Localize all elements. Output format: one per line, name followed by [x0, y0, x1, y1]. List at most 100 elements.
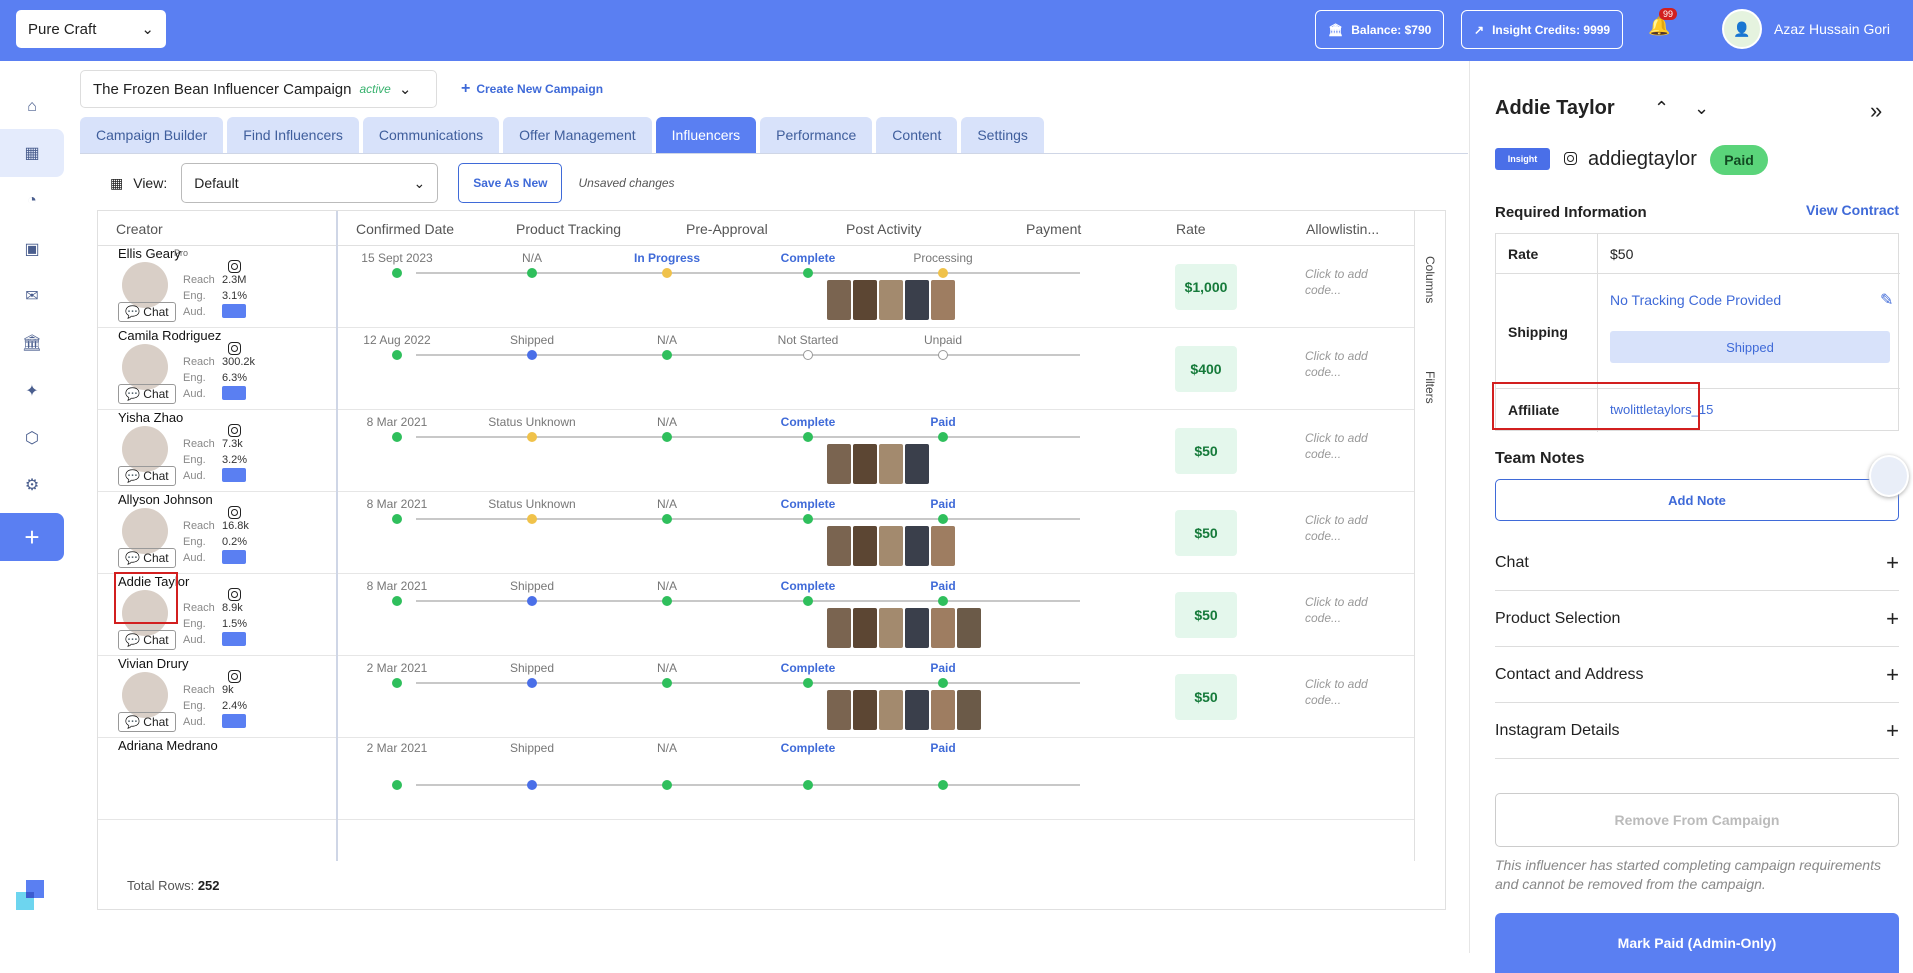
col-pre-approval[interactable]: Pre-Approval: [686, 221, 768, 237]
product-selection-section[interactable]: Product Selection +: [1495, 591, 1899, 647]
image-icon[interactable]: ▣: [16, 233, 48, 265]
rate-badge[interactable]: $50: [1175, 674, 1237, 720]
campaigns-icon[interactable]: ▦: [0, 129, 64, 177]
message-icon[interactable]: ✉: [16, 280, 48, 312]
support-avatar[interactable]: [1869, 455, 1909, 497]
balance-button[interactable]: 🏛 Balance: $790: [1315, 10, 1445, 49]
content-thumbnail[interactable]: [905, 690, 929, 730]
insight-tag[interactable]: Insight: [1495, 148, 1550, 170]
tab-performance[interactable]: Performance: [760, 117, 873, 153]
shipped-status[interactable]: Shipped: [1610, 331, 1890, 363]
sparkle-icon[interactable]: ✦: [16, 375, 48, 407]
tab-content[interactable]: Content: [876, 117, 958, 153]
content-thumbnail[interactable]: [853, 690, 877, 730]
allowlisting-cell[interactable]: Click to add code...: [1305, 430, 1385, 462]
content-thumbnail[interactable]: [827, 690, 851, 730]
creator-name[interactable]: Ellis Geary: [118, 246, 181, 261]
content-thumbnail[interactable]: [827, 280, 851, 320]
bank-icon[interactable]: 🏛: [16, 327, 48, 359]
panel-handle[interactable]: addiegtaylor: [1588, 148, 1697, 171]
content-thumbnail[interactable]: [853, 280, 877, 320]
instagram-details-section[interactable]: Instagram Details +: [1495, 703, 1899, 759]
chat-button[interactable]: 💬 Chat: [118, 548, 176, 568]
col-payment[interactable]: Payment: [1026, 221, 1081, 237]
tab-campaign-builder[interactable]: Campaign Builder: [80, 117, 224, 153]
table-row[interactable]: Adriana Medrano 2 Mar 2021 Shipped N/A Compl…: [98, 738, 1414, 820]
creator-name[interactable]: Allyson Johnson: [118, 492, 213, 507]
content-thumbnail[interactable]: [957, 690, 981, 730]
col-post-activity[interactable]: Post Activity: [846, 221, 921, 237]
creator-name[interactable]: Yisha Zhao: [118, 410, 183, 425]
tracking-link[interactable]: No Tracking Code Provided: [1610, 292, 1781, 308]
table-row[interactable]: Allyson Johnson Reach Eng. Aud. 16.8k 0.2% 💬 Ch…: [98, 492, 1414, 574]
user-menu[interactable]: 👤 Azaz Hussain Gori: [1722, 9, 1890, 49]
tab-settings[interactable]: Settings: [961, 117, 1044, 153]
chevron-up-icon[interactable]: ⌃: [1654, 98, 1669, 119]
col-confirmed-date[interactable]: Confirmed Date: [356, 221, 454, 237]
col-rate[interactable]: Rate: [1176, 221, 1206, 237]
contact-address-section[interactable]: Contact and Address +: [1495, 647, 1899, 703]
tab-communications[interactable]: Communications: [362, 117, 500, 153]
content-thumbnail[interactable]: [879, 280, 903, 320]
create-campaign-link[interactable]: + Create New Campaign: [461, 80, 603, 98]
creator-name[interactable]: Vivian Drury: [118, 656, 189, 671]
insight-credits-button[interactable]: ↗ Insight Credits: 9999: [1461, 10, 1624, 49]
chat-button[interactable]: 💬 Chat: [118, 302, 176, 322]
filters-tab[interactable]: Filters: [1423, 371, 1437, 404]
allowlisting-cell[interactable]: Click to add code...: [1305, 594, 1385, 626]
table-row[interactable]: Camila Rodriguez Reach Eng. Aud. 300.2k 6.3% 💬…: [98, 328, 1414, 410]
chat-section[interactable]: Chat +: [1495, 535, 1899, 591]
campaign-select[interactable]: The Frozen Bean Influencer Campaign activ…: [80, 70, 437, 108]
content-thumbnail[interactable]: [905, 608, 929, 648]
table-row[interactable]: Addie Taylor Reach Eng. Aud. 8.9k 1.5% 💬 Chat 8 …: [98, 574, 1414, 656]
content-thumbnail[interactable]: [931, 526, 955, 566]
view-contract-link[interactable]: View Contract: [1806, 202, 1899, 218]
content-thumbnail[interactable]: [853, 444, 877, 484]
content-thumbnail[interactable]: [853, 526, 877, 566]
shield-icon[interactable]: ⬡: [16, 422, 48, 454]
content-thumbnail[interactable]: [931, 280, 955, 320]
brand-select[interactable]: Pure Craft ⌄: [16, 10, 166, 48]
col-allowlisting[interactable]: Allowlistin...: [1306, 221, 1379, 237]
remove-button[interactable]: Remove From Campaign: [1495, 793, 1899, 847]
content-thumbnail[interactable]: [879, 526, 903, 566]
audience-chart-icon[interactable]: [222, 304, 246, 318]
collapse-icon[interactable]: »: [1870, 98, 1882, 124]
content-thumbnail[interactable]: [931, 690, 955, 730]
audience-chart-icon[interactable]: [222, 632, 246, 646]
content-thumbnail[interactable]: [879, 690, 903, 730]
content-thumbnail[interactable]: [957, 608, 981, 648]
audience-chart-icon[interactable]: [222, 550, 246, 564]
creator-name[interactable]: Adriana Medrano: [118, 738, 218, 753]
content-thumbnail[interactable]: [905, 444, 929, 484]
content-thumbnail[interactable]: [931, 608, 955, 648]
rate-value[interactable]: $50: [1610, 246, 1633, 262]
rate-badge[interactable]: $50: [1175, 510, 1237, 556]
chat-button[interactable]: 💬 Chat: [118, 384, 176, 404]
content-thumbnail[interactable]: [827, 526, 851, 566]
content-thumbnail[interactable]: [879, 608, 903, 648]
columns-tab[interactable]: Columns: [1423, 256, 1437, 303]
rate-badge[interactable]: $1,000: [1175, 264, 1237, 310]
content-thumbnail[interactable]: [905, 526, 929, 566]
audience-chart-icon[interactable]: [222, 714, 246, 728]
edit-icon[interactable]: ✎: [1880, 290, 1893, 310]
allowlisting-cell[interactable]: Click to add code...: [1305, 512, 1385, 544]
audience-chart-icon[interactable]: [222, 386, 246, 400]
content-thumbnail[interactable]: [827, 608, 851, 648]
chat-button[interactable]: 💬 Chat: [118, 712, 176, 732]
rate-badge[interactable]: $50: [1175, 592, 1237, 638]
content-thumbnail[interactable]: [827, 444, 851, 484]
table-row[interactable]: Yisha Zhao Reach Eng. Aud. 7.3k 3.2% 💬 Chat 8 Ma…: [98, 410, 1414, 492]
col-creator[interactable]: Creator: [116, 221, 163, 237]
tab-find-influencers[interactable]: Find Influencers: [227, 117, 359, 153]
audience-chart-icon[interactable]: [222, 468, 246, 482]
chevron-down-icon[interactable]: ⌄: [1694, 98, 1709, 119]
table-row[interactable]: Vivian Drury Reach Eng. Aud. 9k 2.4% 💬 Chat 2 Ma…: [98, 656, 1414, 738]
allowlisting-cell[interactable]: Click to add code...: [1305, 266, 1385, 298]
view-select[interactable]: Default ⌄: [181, 163, 439, 203]
analytics-icon[interactable]: ◔: [16, 185, 48, 217]
add-note-button[interactable]: Add Note: [1495, 479, 1899, 521]
allowlisting-cell[interactable]: Click to add code...: [1305, 676, 1385, 708]
rate-badge[interactable]: $400: [1175, 346, 1237, 392]
